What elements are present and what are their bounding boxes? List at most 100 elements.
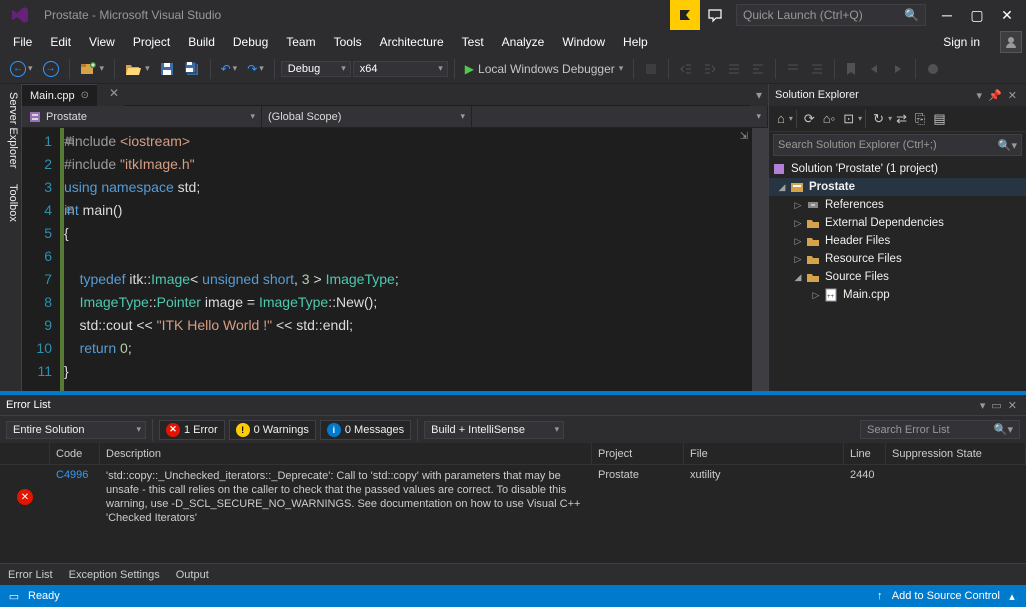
refresh-button[interactable]: ↻ (869, 109, 888, 129)
signin-link[interactable]: Sign in (931, 33, 992, 51)
tree-node-references[interactable]: ▷References (769, 196, 1026, 214)
sync-button[interactable]: ⟳ (800, 109, 819, 129)
col-header-supp[interactable]: Suppression State (886, 443, 1026, 464)
col-header-project[interactable]: Project (592, 443, 684, 464)
tree-solution-root[interactable]: Solution 'Prostate' (1 project) (769, 160, 1026, 178)
expand-arrow-icon[interactable]: ▷ (791, 200, 805, 211)
platform-dropdown[interactable]: x64 (353, 61, 448, 77)
code-editor[interactable]: 1234567891011 ⊟ ⊟ #include <iostream>#in… (22, 128, 768, 391)
expand-arrow-icon[interactable]: ▷ (809, 290, 823, 301)
breakpoint-icon[interactable] (922, 60, 944, 78)
expand-arrow-icon[interactable]: ◢ (775, 182, 789, 193)
next-bookmark-icon[interactable] (887, 60, 909, 78)
expand-arrow-icon[interactable]: ▷ (791, 218, 805, 229)
tab-list-dropdown[interactable]: ▾ (750, 84, 768, 106)
publish-icon[interactable]: ↑ (872, 588, 888, 604)
open-file-button[interactable]: ▾ (121, 59, 154, 79)
file-tab-active[interactable]: Main.cpp ⊙ (22, 84, 97, 106)
source-control-link[interactable]: Add to Source Control (892, 590, 1000, 602)
bottom-tab-exception-settings[interactable]: Exception Settings (61, 564, 168, 585)
tree-source-file[interactable]: ▷ ++ Main.cpp (769, 286, 1026, 304)
pin-icon[interactable]: ⊙ (81, 90, 89, 101)
warnings-filter-button[interactable]: !0 Warnings (229, 420, 316, 440)
view-code-button[interactable]: ▤ (929, 109, 949, 129)
uncomment-icon[interactable] (782, 60, 804, 78)
save-all-button[interactable] (180, 59, 204, 79)
messages-filter-button[interactable]: i0 Messages (320, 420, 411, 440)
back-button[interactable]: ←▾ (6, 59, 37, 79)
solution-search-input[interactable]: Search Solution Explorer (Ctrl+;) 🔍▾ (773, 134, 1022, 156)
scope-dropdown[interactable]: Entire Solution (6, 421, 146, 439)
class-scope-dropdown[interactable]: (Global Scope) (262, 106, 472, 127)
feedback-icon[interactable] (700, 0, 730, 30)
properties-button[interactable]: ⇄ (892, 109, 911, 129)
format-icon[interactable] (806, 60, 828, 78)
col-header-file[interactable]: File (684, 443, 844, 464)
menu-edit[interactable]: Edit (41, 33, 80, 51)
error-row[interactable]: ✕ C4996 'std::copy::_Unchecked_iterators… (0, 465, 1026, 529)
bookmark-icon[interactable] (841, 60, 861, 78)
build-filter-dropdown[interactable]: Build + IntelliSense (424, 421, 564, 439)
vtab-toolbox[interactable]: Toolbox (0, 176, 21, 230)
bottom-tab-error-list[interactable]: Error List (0, 564, 61, 585)
errors-filter-button[interactable]: ✕1 Error (159, 420, 225, 440)
menu-project[interactable]: Project (124, 33, 179, 51)
menu-architecture[interactable]: Architecture (371, 33, 453, 51)
home-button[interactable]: ⌂ (773, 109, 789, 128)
panel-menu-button[interactable]: ▾ (974, 89, 986, 102)
prev-bookmark-icon[interactable] (863, 60, 885, 78)
menu-help[interactable]: Help (614, 33, 657, 51)
config-dropdown[interactable]: Debug (281, 61, 351, 77)
menu-analyze[interactable]: Analyze (493, 33, 554, 51)
collapse-all-button[interactable]: ⌂◦ (819, 109, 839, 128)
menu-team[interactable]: Team (277, 33, 324, 51)
menu-debug[interactable]: Debug (224, 33, 277, 51)
col-header-icon[interactable] (0, 443, 50, 464)
tree-project[interactable]: ◢ Prostate (769, 178, 1026, 196)
notification-flag-icon[interactable] (670, 0, 700, 30)
menu-tools[interactable]: Tools (325, 33, 371, 51)
panel-close-button[interactable]: ✕ (1005, 89, 1020, 102)
tab-close-button[interactable]: ✕ (103, 84, 125, 106)
panel-pin-button[interactable]: 📌 (985, 89, 1005, 102)
expand-arrow-icon[interactable]: ▷ (791, 254, 805, 265)
new-project-button[interactable]: ▾ (76, 59, 109, 79)
step-icon-1[interactable] (640, 60, 662, 78)
tree-node-external-dependencies[interactable]: ▷External Dependencies (769, 214, 1026, 232)
editor-scrollbar[interactable] (752, 128, 768, 391)
tree-node-source-files[interactable]: ◢Source Files (769, 268, 1026, 286)
fold-toggle-1[interactable]: ⊟ (64, 130, 76, 153)
quick-launch-input[interactable]: Quick Launch (Ctrl+Q) 🔍 (736, 4, 926, 26)
expand-arrow-icon[interactable]: ◢ (791, 272, 805, 283)
redo-button[interactable]: ↷▾ (243, 60, 268, 78)
error-search-input[interactable]: Search Error List 🔍▾ (860, 420, 1020, 439)
show-all-button[interactable]: ⊡ (839, 109, 858, 129)
col-header-line[interactable]: Line (844, 443, 886, 464)
fold-toggle-4[interactable]: ⊟ (64, 199, 76, 222)
panel-close-button[interactable]: ✕ (1005, 399, 1020, 412)
outdent-icon[interactable] (723, 60, 745, 78)
bottom-tab-output[interactable]: Output (168, 564, 217, 585)
minimize-button[interactable]: ─ (932, 0, 962, 30)
menu-file[interactable]: File (4, 33, 41, 51)
copy-button[interactable]: ⎘ (911, 109, 929, 129)
tree-node-resource-files[interactable]: ▷Resource Files (769, 250, 1026, 268)
vtab-server-explorer[interactable]: Server Explorer (0, 84, 21, 176)
chevron-up-icon[interactable]: ▴ (1004, 588, 1020, 604)
panel-pin-button[interactable]: ▭ (988, 399, 1004, 412)
start-debug-button[interactable]: ▶Local Windows Debugger ▾ (461, 60, 628, 78)
tree-node-header-files[interactable]: ▷Header Files (769, 232, 1026, 250)
expand-arrow-icon[interactable]: ▷ (791, 236, 805, 247)
undo-button[interactable]: ↶▾ (217, 60, 242, 78)
code-content[interactable]: #include <iostream>#include "itkImage.h"… (64, 128, 752, 391)
col-header-desc[interactable]: Description (100, 443, 592, 464)
panel-menu-button[interactable]: ▾ (977, 399, 989, 412)
col-header-code[interactable]: Code (50, 443, 100, 464)
save-button[interactable] (156, 60, 178, 78)
menu-build[interactable]: Build (179, 33, 224, 51)
maximize-button[interactable]: ▢ (962, 0, 992, 30)
user-avatar-icon[interactable] (1000, 31, 1022, 53)
member-scope-dropdown[interactable] (472, 106, 768, 127)
indent-right-icon[interactable] (699, 60, 721, 78)
split-editor-icon[interactable]: ⇲ (736, 128, 752, 144)
